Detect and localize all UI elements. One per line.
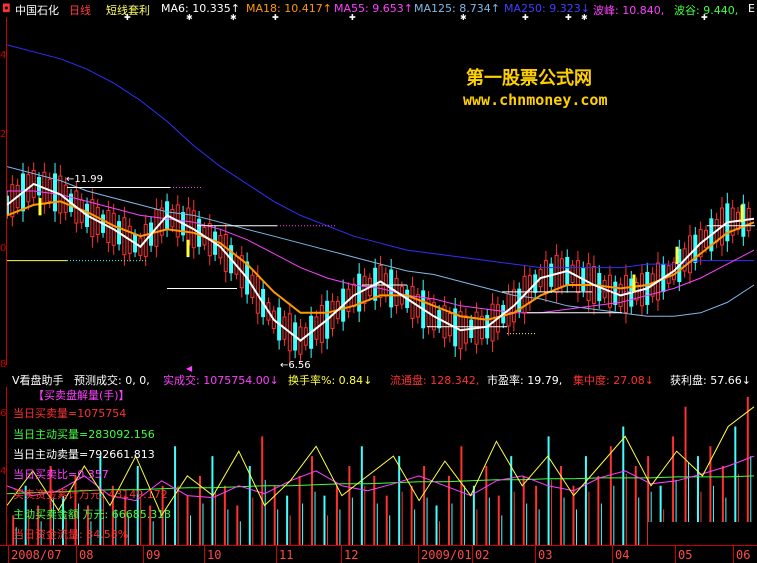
- yellow-signal-bar: [38, 197, 42, 216]
- float-cap: 流通盘: 128.342,: [390, 374, 480, 387]
- yellow-signal-bar: [632, 274, 636, 292]
- volume-panel-title: 【买卖盘解量(手)】: [33, 389, 130, 402]
- price-panel[interactable]: [6, 17, 757, 365]
- high-price-annotation: ←11.99: [66, 174, 104, 185]
- low-price-annotation: ←6.56: [280, 360, 311, 371]
- stat-buy-sell-ratio: 当日买卖比=0.357: [13, 468, 109, 481]
- stat-total-volume: 当日买卖量=1075754: [13, 407, 127, 420]
- date-label: 08: [79, 548, 94, 562]
- date-label: 2008/07: [11, 548, 62, 562]
- date-label: 06: [736, 548, 751, 562]
- price-axis-label: 2: [0, 129, 7, 140]
- date-tick: 2009/01: [418, 546, 472, 563]
- date-tick: 09: [143, 546, 160, 563]
- date-label: 04: [615, 548, 630, 562]
- yellow-signal-bar: [675, 246, 679, 265]
- stat-active-amount: 主动买卖金额 万元: 66685.313: [13, 508, 172, 521]
- stat-active-buy: 当日主动买量=283092.156: [13, 428, 155, 441]
- price-chart[interactable]: [7, 17, 757, 365]
- date-tick: 06: [733, 546, 750, 563]
- yellow-signal-bar: [740, 204, 744, 223]
- watermark-url: www.chnmoney.com: [463, 91, 608, 109]
- date-axis: 2008/07 08 09 10 11 12 2009/01 02 03 04 …: [0, 545, 757, 563]
- date-label: 03: [538, 548, 553, 562]
- date-tick: 11: [276, 546, 293, 563]
- date-tick: 10: [204, 546, 221, 563]
- date-label: 09: [146, 548, 161, 562]
- date-label: 11: [279, 548, 294, 562]
- forecast-volume: 预测成交: 0, 0,: [74, 374, 150, 387]
- date-tick: 03: [535, 546, 552, 563]
- date-tick: 08: [76, 546, 93, 563]
- indicator-name[interactable]: V看盘助手: [12, 372, 64, 387]
- bottom-right-mask: [648, 522, 757, 545]
- date-tick: 2008/07: [8, 546, 62, 563]
- date-label: 10: [207, 548, 222, 562]
- volume-axis-label: 6: [0, 408, 7, 419]
- price-axis-label: 0: [0, 243, 7, 254]
- turnover-rate: 换手率%: 0.84↓: [288, 374, 373, 387]
- stat-fund-flow: 当日资金流量: 84.58%: [13, 528, 129, 541]
- actual-volume: 实成交: 1075754.00↓: [163, 374, 279, 387]
- date-label: 12: [344, 548, 359, 562]
- watermark-title: 第一股票公式网: [466, 68, 592, 89]
- price-axis-label: 4: [0, 50, 7, 61]
- date-tick: 02: [472, 546, 489, 563]
- date-label: 05: [678, 548, 693, 562]
- volume-axis-label: 4: [0, 466, 7, 477]
- price-axis-label: 8: [0, 359, 7, 370]
- stat-active-sell: 当日主动卖量=792661.813: [13, 448, 155, 461]
- profit-ratio: 获利盘: 57.66↓: [670, 374, 751, 387]
- date-tick: 12: [341, 546, 358, 563]
- date-label: 2009/01: [421, 548, 472, 562]
- date-label: 02: [475, 548, 490, 562]
- date-tick: 04: [612, 546, 629, 563]
- yellow-signal-bar: [186, 239, 190, 258]
- stat-cumulative-funds: 买卖资金累计万元: 43149.172: [13, 488, 168, 501]
- volume-header: V看盘助手 预测成交: 0, 0, 实成交: 1075754.00↓ 换手率%:…: [0, 371, 757, 387]
- pe-ratio: 市盈率: 19.79,: [487, 374, 563, 387]
- date-tick: 05: [675, 546, 692, 563]
- concentration: 集中度: 27.08↓: [573, 374, 654, 387]
